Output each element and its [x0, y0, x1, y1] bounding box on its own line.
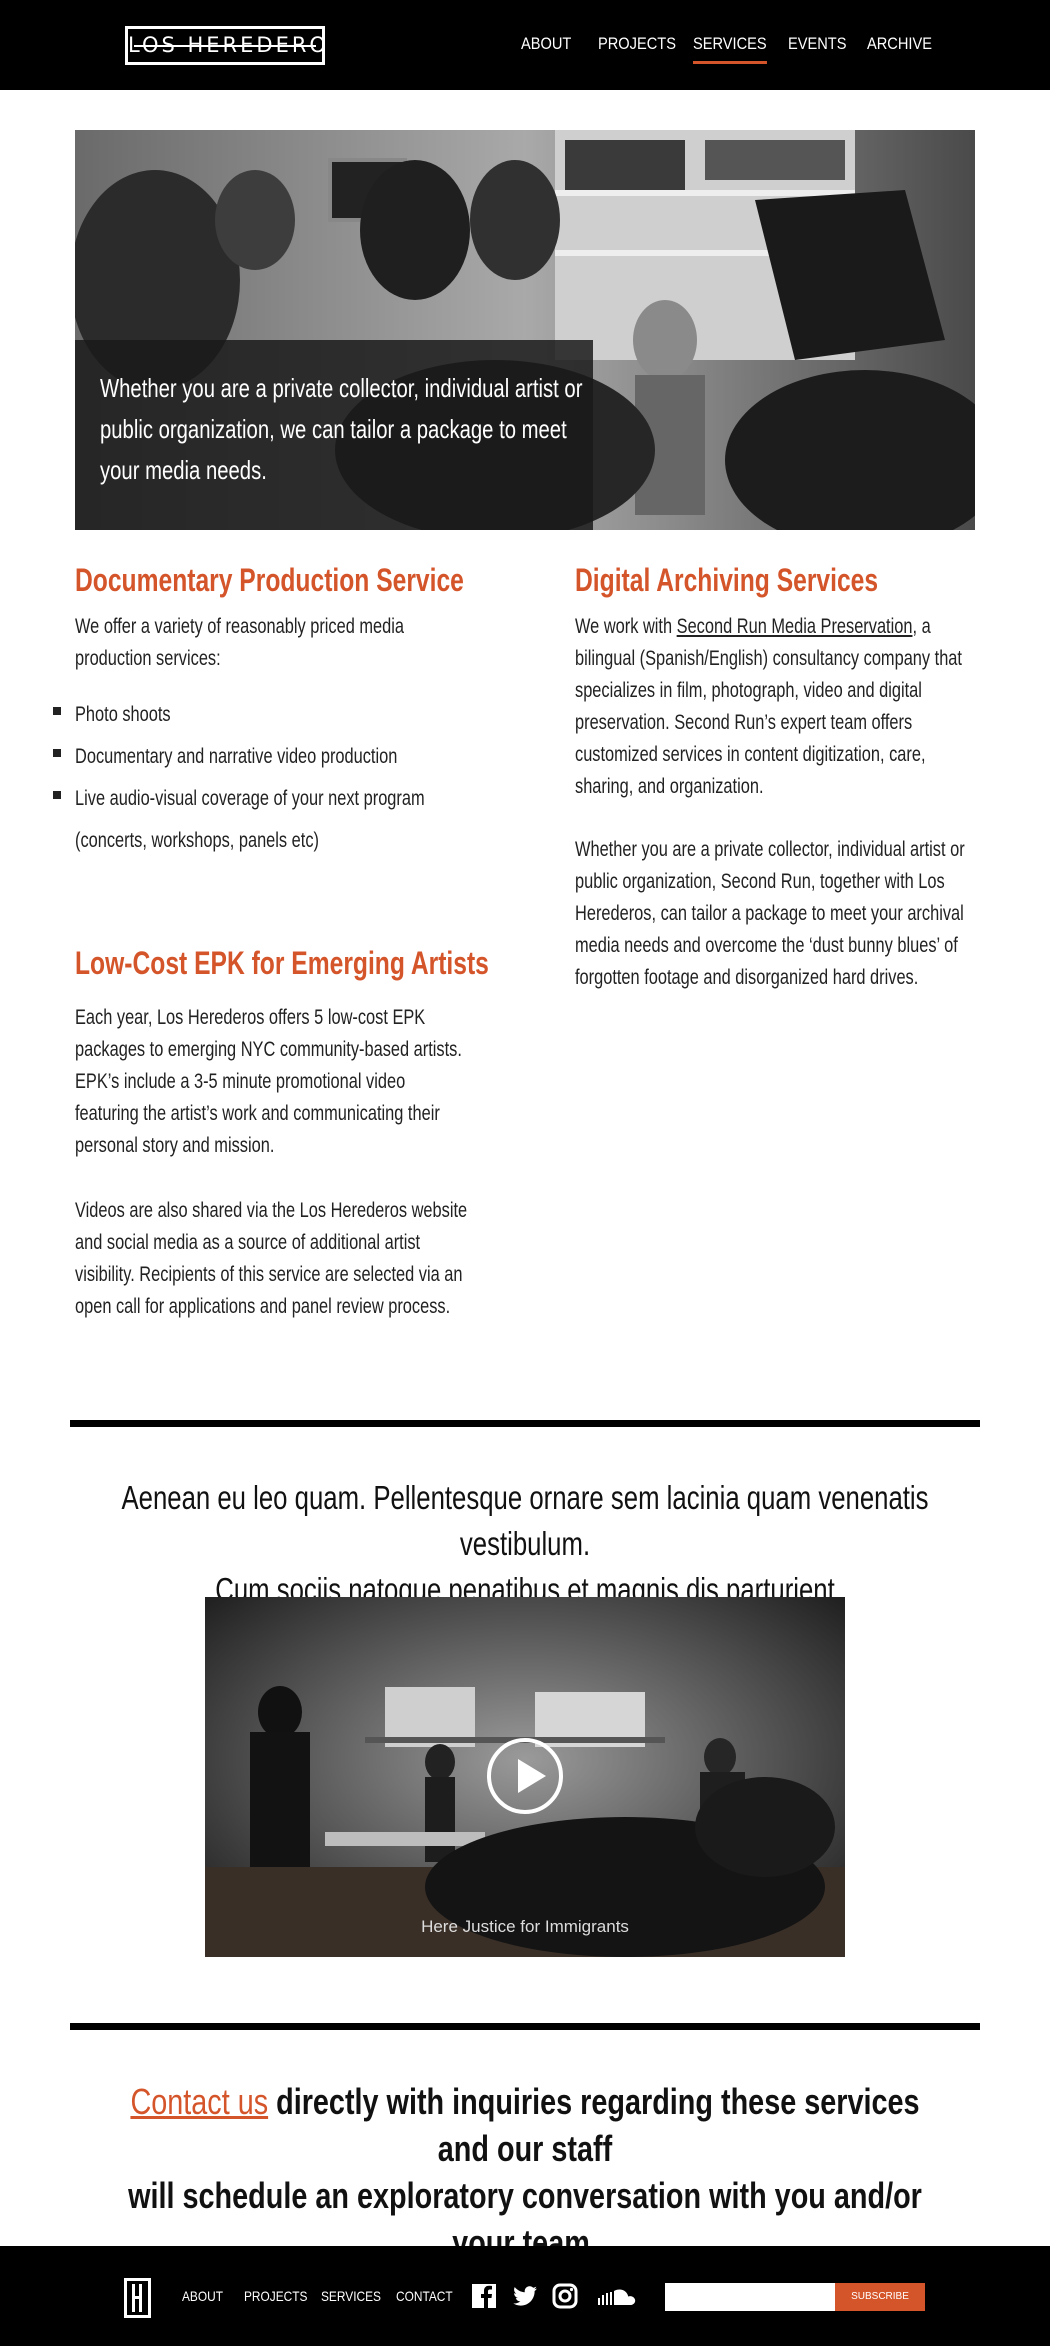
footer-logo-icon[interactable] — [124, 2278, 151, 2318]
nav-item-services[interactable]: SERVICES — [693, 33, 767, 64]
nav-item-about[interactable]: ABOUT — [521, 33, 571, 55]
documentary-title: Documentary Production Service — [75, 562, 464, 598]
footer-link-about[interactable]: ABOUT — [182, 2287, 223, 2305]
facebook-icon[interactable] — [471, 2283, 497, 2309]
featured-quote: Aenean eu leo quam. Pellentesque ornare … — [0, 1475, 1050, 1613]
twitter-icon[interactable] — [512, 2283, 538, 2309]
contact-cta: Contact us directly with inquiries regar… — [128, 2081, 922, 2263]
bullet-icon — [53, 707, 61, 715]
documentary-intro: We offer a variety of reasonably priced … — [75, 615, 404, 670]
subscribe-button[interactable]: SUBSCRIBE — [835, 2283, 925, 2311]
nav-item-events[interactable]: EVENTS — [788, 33, 847, 55]
soundcloud-icon[interactable] — [597, 2283, 639, 2309]
hero-banner: Whether you are a private collector, ind… — [75, 130, 975, 530]
site-footer: ABOUT PROJECTS SERVICES CONTACT SUBSCRIB… — [0, 2246, 1050, 2346]
footer-link-projects[interactable]: PROJECTS — [244, 2287, 307, 2305]
section-divider — [70, 1420, 980, 1427]
quote-line-1: Aenean eu leo quam. Pellentesque ornare … — [121, 1479, 929, 1562]
instagram-icon[interactable] — [552, 2283, 578, 2309]
nav-item-projects[interactable]: PROJECTS — [598, 33, 676, 55]
epk-paragraph-2: Videos are also shared via the Los Hered… — [75, 1199, 468, 1318]
bullet-icon — [53, 791, 61, 799]
hero-tagline: Whether you are a private collector, ind… — [100, 373, 583, 485]
footer-link-services[interactable]: SERVICES — [321, 2287, 381, 2305]
second-run-link[interactable]: Second Run Media Preservation — [677, 615, 913, 638]
nav-item-archive[interactable]: ARCHIVE — [867, 33, 932, 55]
archiving-paragraph-1: We work with Second Run Media Preservati… — [575, 615, 962, 798]
archiving-paragraph-2: Whether you are a private collector, ind… — [575, 838, 965, 989]
logo-strike — [134, 45, 316, 47]
newsletter-email-input[interactable] — [665, 2283, 835, 2311]
epk-paragraph-1: Each year, Los Herederos offers 5 low-co… — [75, 1006, 462, 1157]
play-icon[interactable] — [487, 1738, 563, 1814]
epk-title: Low-Cost EPK for Emerging Artists — [75, 945, 489, 981]
footer-link-contact[interactable]: CONTACT — [396, 2287, 453, 2305]
archiving-title: Digital Archiving Services — [575, 562, 879, 598]
site-logo[interactable]: LOS HEREDEROS — [125, 26, 325, 65]
video-caption: Here Justice for Immigrants — [421, 1917, 629, 1936]
contact-us-link[interactable]: Contact us — [130, 2081, 268, 2122]
site-header: LOS HEREDEROS ABOUT PROJECTS SERVICES EV… — [0, 0, 1050, 90]
video-player[interactable]: Here Justice for Immigrants — [205, 1597, 845, 1957]
bullet-icon — [53, 749, 61, 757]
section-divider — [70, 2023, 980, 2030]
